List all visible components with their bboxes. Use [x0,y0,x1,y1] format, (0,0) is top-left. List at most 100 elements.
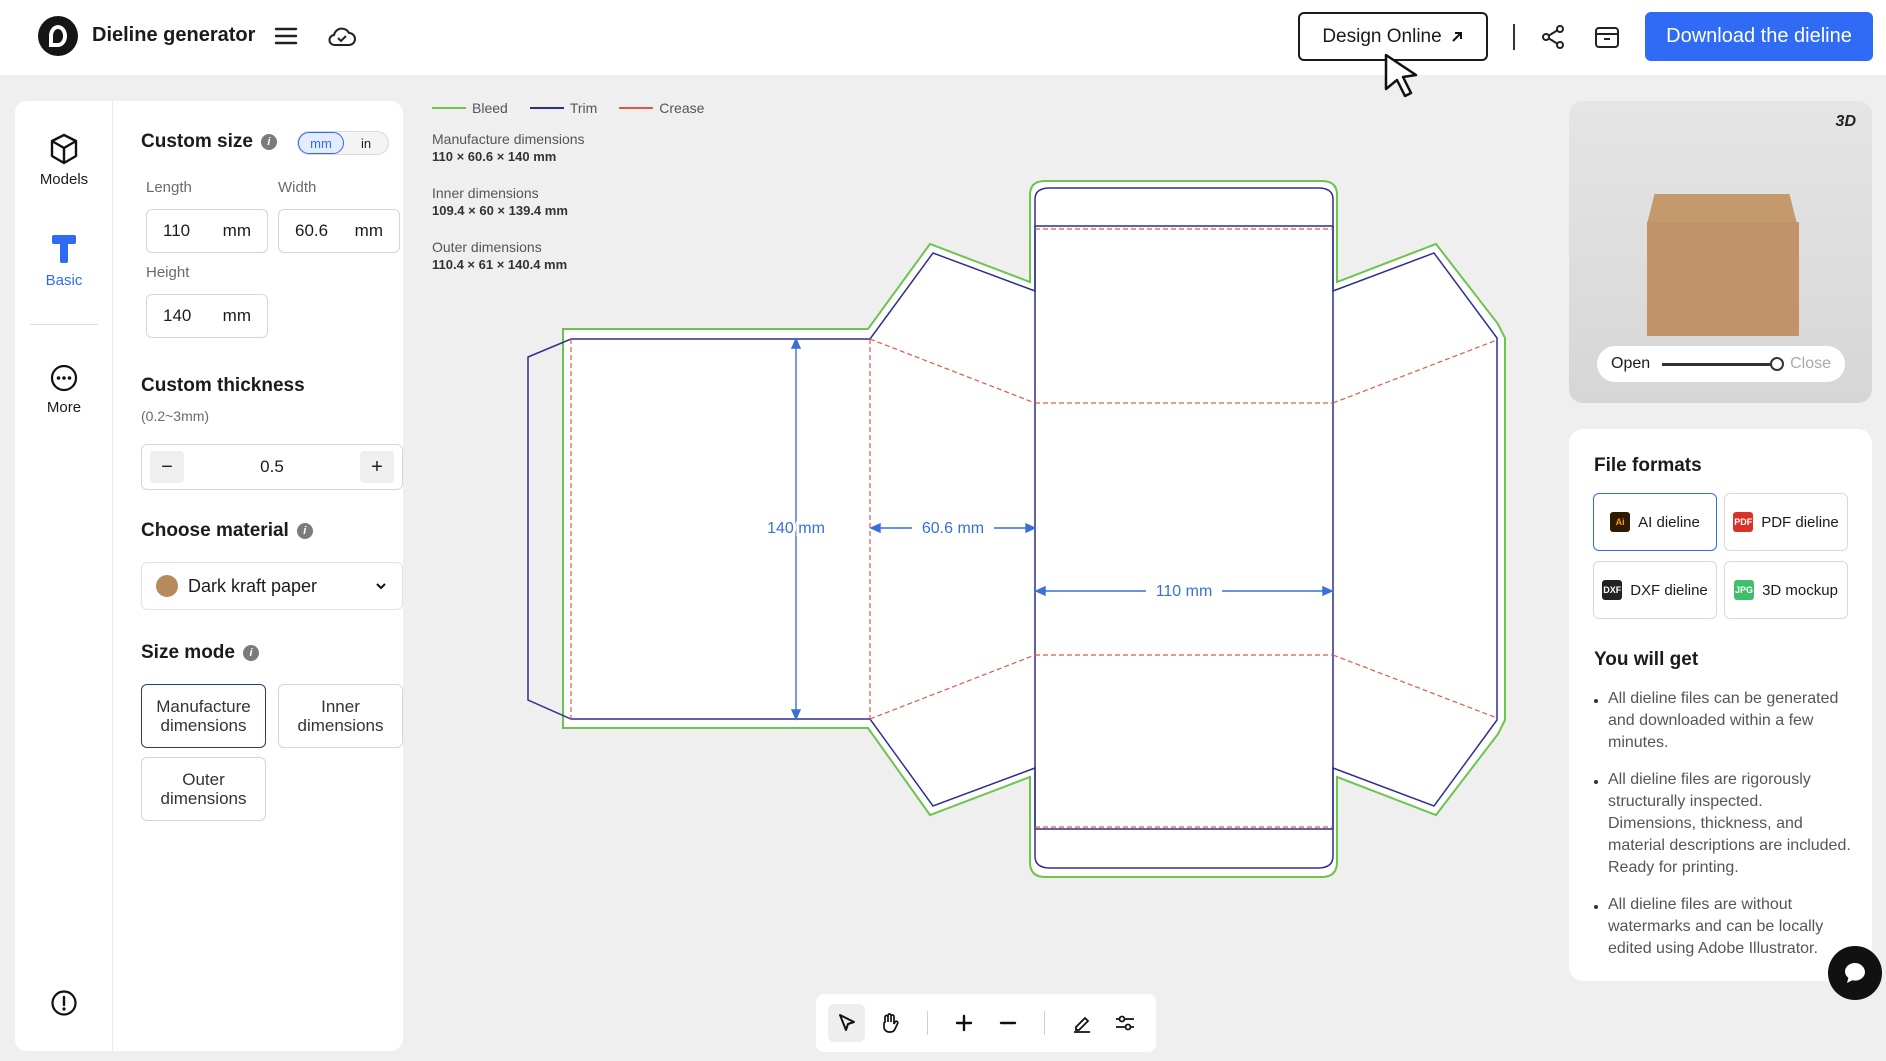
manufacture-dims-label: Manufacture dimensions [432,131,585,147]
top-bar: Dieline generator Design Online Download… [0,0,1886,75]
3d-preview[interactable]: 3D Open Close [1569,101,1872,403]
legend-swatch-crease [619,107,654,109]
file-formats-title: File formats [1594,455,1702,476]
download-dieline-button[interactable]: Download the dieline [1645,12,1873,61]
height-input[interactable]: 140 mm [146,294,268,338]
info-icon[interactable]: i [260,134,277,150]
canvas-toolbar [816,994,1156,1052]
legend-item-trim: Trim [529,100,598,116]
unit-toggle[interactable]: mm in [297,131,389,155]
length-label: Length [146,179,192,196]
rail-label-basic: Basic [45,272,83,289]
format-pdf-button[interactable]: PDF PDF dieline [1724,493,1848,551]
share-icon[interactable] [1538,22,1568,52]
rail-item-models[interactable]: Models [15,133,113,188]
legend-label-crease: Crease [659,100,705,116]
open-close-slider[interactable]: Open Close [1597,346,1845,382]
box-model-front [1647,222,1799,336]
benefits-list: All dieline files can be generated and d… [1594,688,1854,975]
ai-icon: Ai [1610,512,1631,532]
manufacture-dims-value: 110 × 60.6 × 140 mm [432,149,557,164]
mockup-icon: JPG [1734,580,1755,600]
legend-label-bleed: Bleed [472,100,508,116]
thickness-value[interactable]: 0.5 [260,457,284,477]
legend-swatch-bleed [432,107,466,109]
rail-label-models: Models [39,171,89,188]
width-label: Width [278,179,317,196]
material-selected: Dark kraft paper [188,575,318,596]
app-title: Dieline generator [92,24,256,46]
settings-sliders-icon[interactable] [1107,1004,1144,1042]
choose-material-title: Choose material i [141,520,313,542]
format-3d-mockup-button[interactable]: JPG 3D mockup [1724,561,1848,619]
chevron-down-icon [376,583,386,590]
thickness-minus-button[interactable]: − [150,451,184,483]
basic-tool-icon [52,235,76,263]
info-icon[interactable]: i [242,645,259,661]
chat-bubble-icon[interactable] [1828,946,1882,1000]
format-dxf-label: DXF dieline [1630,581,1708,599]
rail-item-more[interactable]: More [15,363,113,416]
menu-icon[interactable] [272,22,300,50]
zoom-out-icon[interactable] [989,1004,1026,1042]
info-icon[interactable]: i [296,523,313,539]
rail-item-basic[interactable]: Basic [15,232,113,289]
height-value: 140 [163,306,192,325]
custom-thickness-title: Custom thickness [141,375,305,396]
design-online-label: Design Online [1322,25,1442,47]
custom-size-title-text: Custom size [141,131,253,152]
legend-swatch-trim [529,107,564,109]
toolbar-divider [926,1011,928,1035]
custom-size-title: Custom size i [141,131,277,153]
dieline-legend: Bleed Trim Crease [432,100,704,116]
zoom-in-icon[interactable] [946,1004,983,1042]
thickness-stepper: − 0.5 + [141,444,403,490]
unit-option-in[interactable]: in [344,132,388,154]
header-divider [1513,24,1515,50]
benefit-item: All dieline files are rigorously structu… [1594,769,1854,879]
cube-icon [50,133,78,165]
height-dimension-label: 140 mm [767,520,825,537]
external-link-icon [1451,31,1462,42]
format-dxf-button[interactable]: DXF DXF dieline [1593,561,1717,619]
pdf-icon: PDF [1733,512,1754,532]
box-model-top [1647,194,1797,224]
select-tool-icon[interactable] [828,1004,866,1042]
slider-track[interactable] [1662,356,1785,371]
3d-view-badge[interactable]: 3D [1836,113,1856,131]
width-value: 60.6 [295,221,329,240]
size-mode-manufacture[interactable]: Manufacture dimensions [141,684,266,748]
benefit-item: All dieline files can be generated and d… [1594,688,1854,754]
size-mode-inner[interactable]: Inner dimensions [278,684,403,748]
legend-item-bleed: Bleed [432,100,508,116]
unit-option-mm[interactable]: mm [298,132,344,154]
thickness-range: (0.2~3mm) [141,408,210,424]
length-input[interactable]: 110 mm [146,209,268,253]
benefit-item: All dieline files are without watermarks… [1594,894,1854,960]
length-value: 110 [163,221,191,240]
app-logo[interactable] [38,16,78,56]
choose-material-title-text: Choose material [141,520,289,541]
feedback-icon[interactable] [50,989,78,1022]
mouse-cursor-icon [1384,53,1418,98]
more-icon [50,364,78,392]
hand-tool-icon[interactable] [871,1004,908,1042]
dxf-icon: DXF [1602,580,1623,600]
width-input[interactable]: 60.6 mm [278,209,400,253]
storage-box-icon[interactable] [1592,22,1622,52]
height-label: Height [146,264,190,281]
open-label: Open [1611,355,1651,372]
size-mode-outer[interactable]: Outer dimensions [141,757,266,821]
slider-knob[interactable] [1770,356,1785,371]
legend-item-crease: Crease [619,100,704,116]
length-dimension-label: 110 mm [1156,583,1213,600]
format-pdf-label: PDF dieline [1761,513,1839,531]
close-label: Close [1790,355,1831,372]
edit-pen-icon[interactable] [1063,1004,1100,1042]
material-select[interactable]: Dark kraft paper [141,562,403,610]
legend-label-trim: Trim [569,100,598,116]
thickness-plus-button[interactable]: + [359,451,394,483]
cloud-icon[interactable] [326,22,358,50]
format-ai-button[interactable]: Ai AI dieline [1593,493,1717,551]
dieline-canvas[interactable]: 140 mm 60.6 mm 110 mm [520,175,1510,895]
